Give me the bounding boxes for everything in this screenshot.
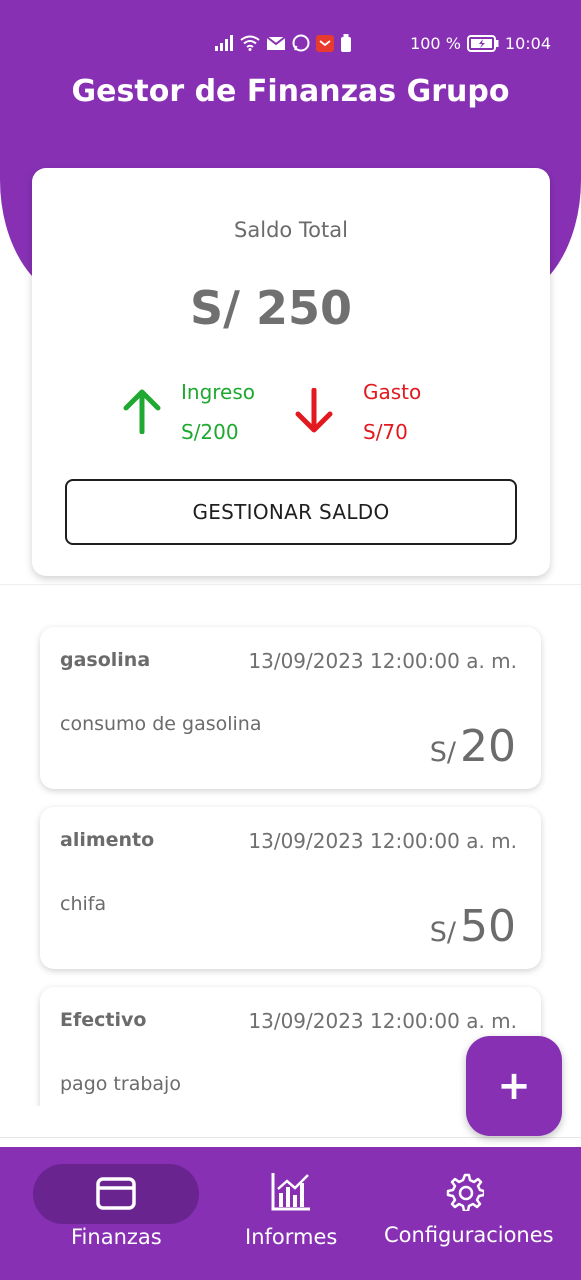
nav-label-informes: Informes	[245, 1225, 338, 1249]
arrow-up-icon	[123, 389, 161, 434]
expense-value: S/70	[363, 420, 408, 444]
nav-label-configuraciones: Configuraciones	[384, 1223, 554, 1247]
nav-label-finanzas: Finanzas	[71, 1225, 162, 1249]
notification-icon	[316, 34, 334, 52]
transaction-currency: S/	[429, 917, 456, 948]
transaction-date: 13/09/2023 12:00:00 a. m.	[248, 829, 517, 853]
plus-icon: +	[497, 1063, 531, 1109]
list-bottom-divider	[0, 1137, 581, 1138]
transaction-amount: S/ 50	[430, 901, 516, 952]
transaction-amount: S/ 20	[430, 721, 516, 772]
wallet-icon	[96, 1177, 136, 1210]
nav-item-informes[interactable]: Informes	[230, 1147, 350, 1280]
bottom-navigation: Finanzas Informes Configuraciones	[0, 1147, 581, 1280]
transaction-category: Efectivo	[60, 1009, 147, 1031]
divider	[0, 584, 581, 585]
status-icons	[214, 34, 352, 52]
expense-label: Gasto	[363, 380, 422, 404]
battery-percent: 100 %	[410, 34, 461, 53]
balance-value: S/ 250	[190, 281, 352, 335]
status-bar: 100 % 10:04	[0, 30, 581, 58]
mail-icon	[266, 35, 286, 50]
nav-item-finanzas[interactable]: Finanzas	[33, 1147, 199, 1280]
transaction-card[interactable]: gasolina 13/09/2023 12:00:00 a. m. consu…	[40, 627, 541, 789]
battery-icon	[466, 35, 499, 52]
gear-icon	[446, 1173, 484, 1211]
status-time: 10:04	[504, 34, 551, 53]
battery-small-icon	[341, 34, 351, 52]
app-title: Gestor de Finanzas Grupo	[71, 74, 510, 109]
transaction-description: pago trabajo	[60, 1073, 181, 1095]
signal-icon	[215, 35, 233, 51]
status-right: 100 % 10:04	[410, 34, 551, 53]
transaction-category: alimento	[60, 829, 155, 851]
arrow-down-icon	[295, 388, 333, 433]
transaction-list[interactable]: gasolina 13/09/2023 12:00:00 a. m. consu…	[0, 600, 581, 1106]
add-transaction-button[interactable]: +	[466, 1036, 562, 1136]
income-value: S/200	[181, 420, 239, 444]
nav-item-configuraciones[interactable]: Configuraciones	[380, 1147, 560, 1280]
whatsapp-icon	[292, 34, 310, 52]
transaction-amount-value: 50	[460, 901, 516, 952]
transaction-description: chifa	[60, 893, 107, 915]
balance-card: Saldo Total S/ 250 Ingreso S/200 Gasto S…	[32, 168, 550, 576]
manage-balance-button[interactable]: GESTIONAR SALDO	[65, 479, 517, 545]
transaction-amount-value: 20	[460, 721, 516, 772]
transaction-date: 13/09/2023 12:00:00 a. m.	[248, 1009, 517, 1033]
transaction-date: 13/09/2023 12:00:00 a. m.	[248, 649, 517, 673]
wifi-icon	[240, 35, 260, 51]
transaction-card[interactable]: alimento 13/09/2023 12:00:00 a. m. chifa…	[40, 807, 541, 969]
transaction-currency: S/	[429, 737, 456, 768]
transaction-description: consumo de gasolina	[60, 713, 262, 735]
transaction-category: gasolina	[60, 649, 151, 671]
income-label: Ingreso	[181, 380, 256, 404]
balance-label: Saldo Total	[234, 218, 348, 242]
chart-icon	[271, 1173, 310, 1211]
